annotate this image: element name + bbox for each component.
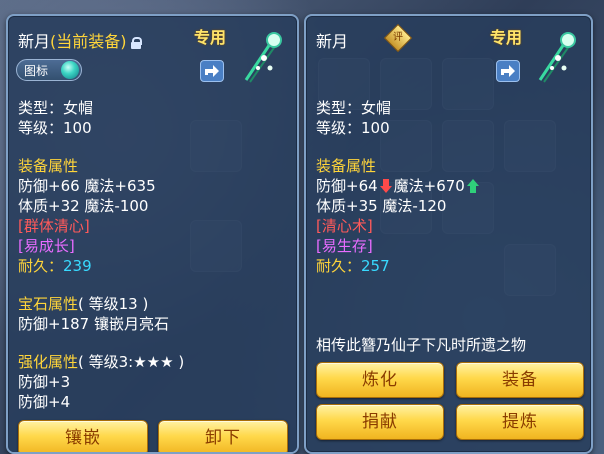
item-level: 等级：100 [18, 119, 92, 137]
compare-item-tooltip: 新月 评 专用 类型：女帽 等级：100 装备属性 防御+64 魔法+670 体质… [304, 14, 593, 454]
attr-defense: 防御+64 [316, 177, 378, 195]
durability-label: 耐久： [316, 257, 362, 275]
dedicated-label: 专用 [490, 28, 523, 47]
equip-button[interactable]: 装备 [456, 362, 584, 398]
hairpin-item-icon [538, 32, 576, 83]
item-type: 类型：女帽 [316, 99, 392, 117]
donate-button[interactable]: 捐献 [316, 404, 444, 440]
share-icon[interactable] [200, 60, 224, 82]
durability: 耐久：239 [18, 256, 92, 276]
special-skill: [清心术] [316, 217, 373, 235]
share-icon[interactable] [496, 60, 520, 82]
rating-label: 评 [393, 32, 403, 43]
special-effect: [易成长] [18, 237, 75, 255]
gem-title: 宝石属性 [18, 295, 79, 313]
durability-label: 耐久： [18, 257, 64, 275]
gem-level: ( 等级13 ) [78, 295, 149, 313]
durability: 耐久：257 [316, 256, 390, 276]
equipped-item-tooltip: 新月(当前装备) 专用 图标 类型：女帽 等级：100 装备属性 防御+66 魔… [6, 14, 299, 454]
item-name: 新月 [316, 32, 349, 51]
gem-section-title: 宝石属性( 等级13 ) [18, 294, 148, 314]
enhance-line-1: 防御+3 [18, 373, 71, 391]
special-skill: [群体清心] [18, 217, 90, 235]
item-type: 类型：女帽 [18, 99, 94, 117]
item-title: 新月 [316, 28, 348, 52]
arrow-down-icon [379, 179, 392, 193]
item-level: 等级：100 [316, 119, 390, 137]
special-effect: [易生存] [316, 237, 373, 255]
attr-line-1: 防御+64 魔法+670 [316, 176, 481, 196]
badge-label: 图标 [24, 64, 49, 78]
extract-button[interactable]: 提炼 [456, 404, 584, 440]
enhance-line-2: 防御+4 [18, 393, 71, 411]
attr-section-title: 装备属性 [316, 157, 377, 175]
attr-magic: 魔法+670 [393, 177, 465, 195]
orb-icon [61, 61, 79, 79]
item-title: 新月(当前装备) [18, 28, 142, 52]
current-equip-tag: (当前装备) [50, 32, 127, 51]
attr-line-2: 体质+32 魔法-100 [18, 197, 149, 215]
durability-value: 257 [361, 257, 390, 275]
enhance-title: 强化属性 [18, 353, 79, 371]
hairpin-item-icon [244, 32, 282, 83]
inlay-button[interactable]: 镶嵌 [18, 420, 148, 452]
item-name: 新月 [18, 32, 51, 51]
rating-icon: 评 [383, 23, 413, 53]
gem-effect: 防御+187 镶嵌月亮石 [18, 315, 169, 333]
enhance-level: ( 等级3:★★★ ) [78, 353, 185, 371]
attr-line-1: 防御+66 魔法+635 [18, 177, 156, 195]
attr-section-title: 装备属性 [18, 157, 79, 175]
item-description: 相传此簪乃仙子下凡时所遗之物 [316, 336, 527, 354]
attr-line-2: 体质+35 魔法-120 [316, 197, 447, 215]
dedicated-label: 专用 [194, 28, 227, 47]
icon-toggle-badge[interactable]: 图标 [16, 59, 82, 81]
refine-button[interactable]: 炼化 [316, 362, 444, 398]
durability-value: 239 [63, 257, 92, 275]
lock-icon [130, 37, 142, 49]
unequip-button[interactable]: 卸下 [158, 420, 288, 452]
arrow-up-icon [466, 179, 479, 193]
enhance-section-title: 强化属性( 等级3:★★★ ) [18, 352, 184, 372]
